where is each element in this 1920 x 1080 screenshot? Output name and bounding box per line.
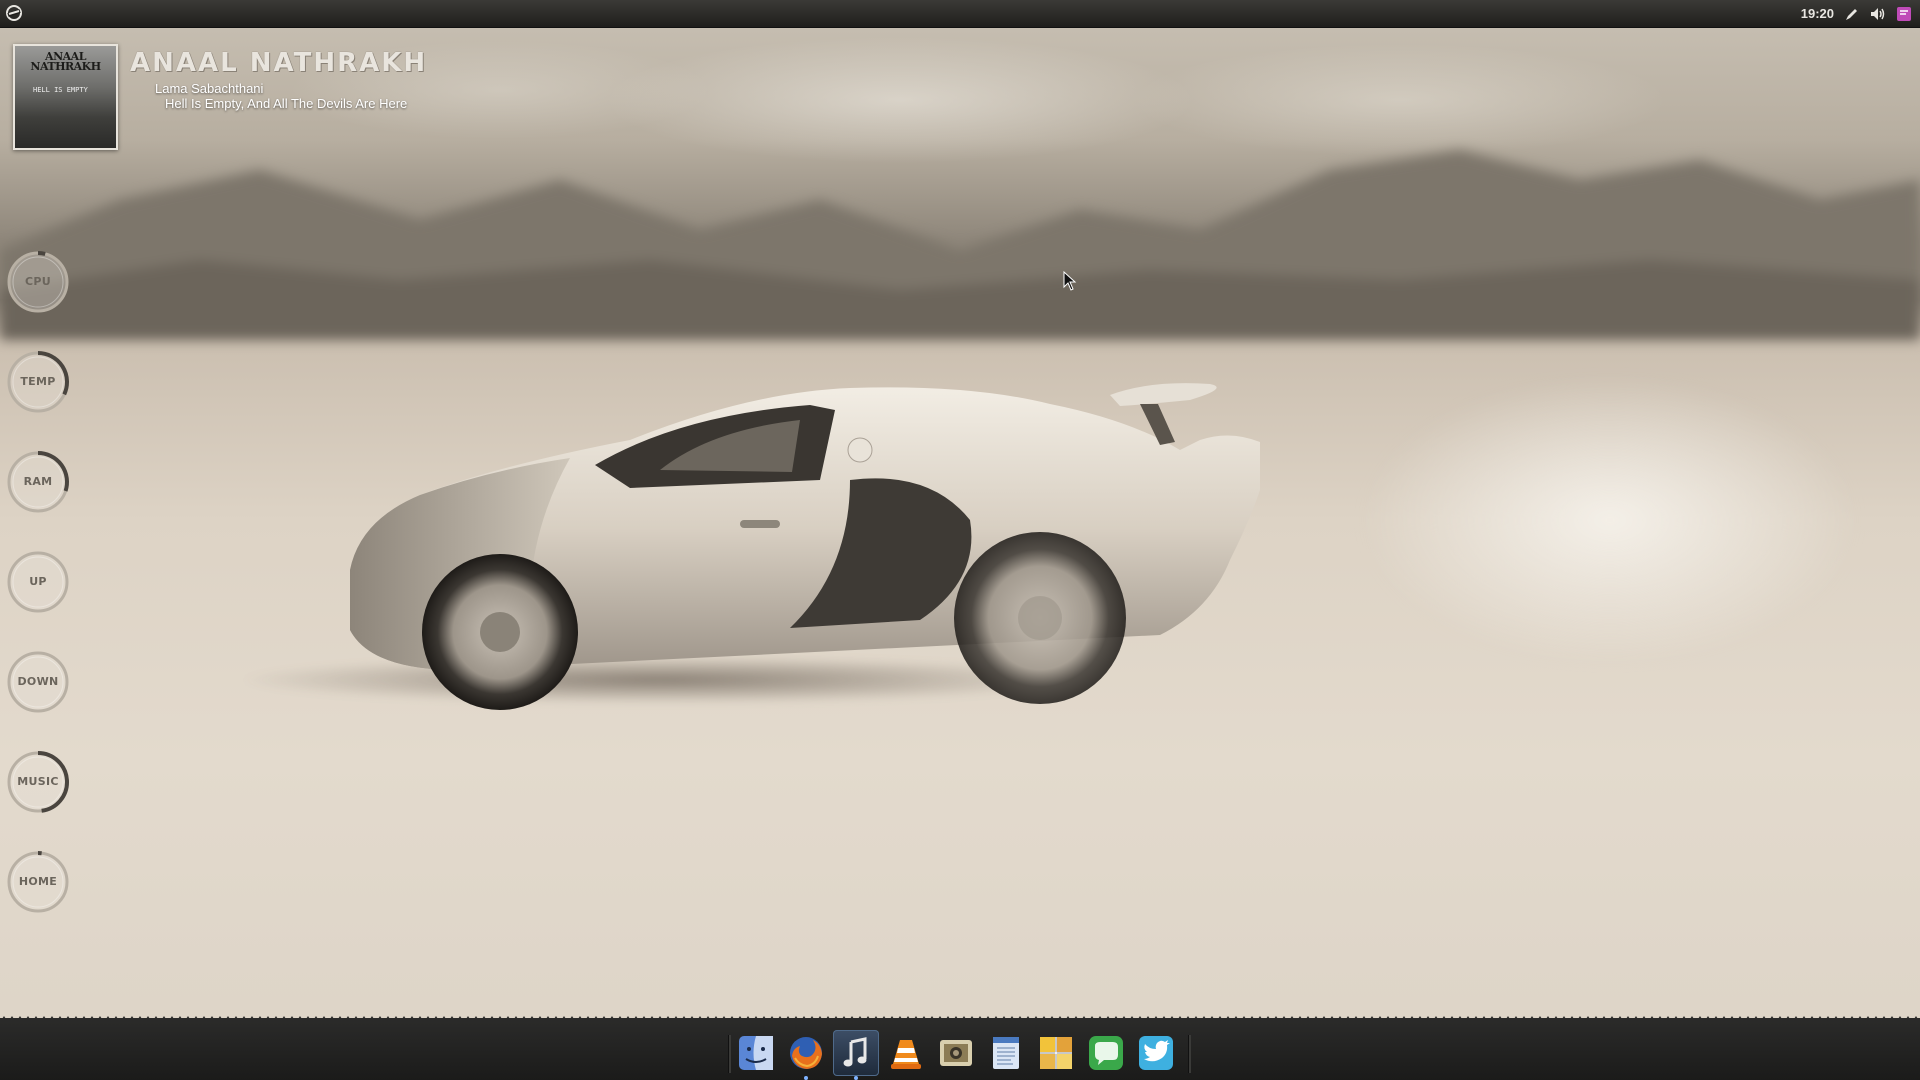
dock-item-twitter[interactable] bbox=[1133, 1030, 1179, 1076]
now-playing-track: Lama Sabachthani bbox=[155, 81, 264, 96]
photo-gallery-icon bbox=[1040, 1037, 1072, 1069]
download-meter-label: DOWN bbox=[17, 675, 59, 688]
dock-item-music-player[interactable] bbox=[833, 1030, 879, 1080]
home-meter-label: HOME bbox=[18, 875, 58, 888]
download-meter: DOWN bbox=[6, 650, 70, 714]
volume-icon[interactable] bbox=[1870, 6, 1886, 22]
finder-icon bbox=[739, 1036, 773, 1070]
vlc-icon bbox=[891, 1040, 921, 1069]
firefox-icon bbox=[790, 1037, 822, 1069]
temp-meter-label: TEMP bbox=[20, 375, 56, 388]
music-meter-label: MUSIC bbox=[17, 775, 59, 788]
cpu-meter-label: CPU bbox=[25, 275, 51, 288]
chat-icon bbox=[1089, 1036, 1123, 1070]
upload-meter: UP bbox=[6, 550, 70, 614]
running-indicator bbox=[854, 1076, 858, 1080]
panel-indicators: 19:20 bbox=[1801, 0, 1912, 27]
image-viewer-icon bbox=[940, 1040, 972, 1066]
music-meter: MUSIC bbox=[6, 750, 70, 814]
dock-item-photo-gallery[interactable] bbox=[1033, 1030, 1079, 1076]
desktop-wallpaper bbox=[0, 0, 1920, 1080]
dock-item-finder[interactable] bbox=[733, 1030, 779, 1076]
pen-icon[interactable] bbox=[1844, 6, 1860, 22]
dock-item-firefox[interactable] bbox=[783, 1030, 829, 1080]
running-indicator bbox=[804, 1076, 808, 1080]
dock-item-vlc[interactable] bbox=[883, 1030, 929, 1076]
text-editor-icon bbox=[993, 1037, 1019, 1069]
dock-items bbox=[733, 1030, 1179, 1080]
distro-logo-icon[interactable] bbox=[4, 3, 24, 23]
top-panel: 19:20 bbox=[0, 0, 1920, 28]
ram-meter: RAM bbox=[6, 450, 70, 514]
notification-icon[interactable] bbox=[1896, 6, 1912, 22]
clock[interactable]: 19:20 bbox=[1801, 6, 1834, 21]
album-art-title: ANAAL NATHRAKH bbox=[30, 50, 101, 73]
dock-item-image-viewer[interactable] bbox=[933, 1030, 979, 1076]
cpu-meter: CPU bbox=[6, 250, 70, 314]
mouse-cursor-icon bbox=[1063, 271, 1077, 291]
now-playing-artist: ANAAL NATHRAKH bbox=[130, 48, 428, 78]
upload-meter-label: UP bbox=[29, 575, 47, 588]
temp-meter: TEMP bbox=[6, 350, 70, 414]
now-playing-album: Hell Is Empty, And All The Devils Are He… bbox=[165, 96, 408, 111]
home-meter: HOME bbox=[6, 850, 70, 914]
twitter-icon bbox=[1139, 1036, 1173, 1070]
dock-item-chat[interactable] bbox=[1083, 1030, 1129, 1076]
album-art: ANAAL NATHRAKH HELL IS EMPTY bbox=[13, 44, 118, 150]
dock-separator-left bbox=[728, 1035, 731, 1073]
ram-meter-label: RAM bbox=[23, 475, 53, 488]
album-art-subtitle: HELL IS EMPTY bbox=[33, 86, 88, 94]
dock-separator-right bbox=[1188, 1035, 1191, 1073]
dust-cloud bbox=[1280, 300, 1920, 720]
music-player-icon bbox=[843, 1037, 867, 1067]
dock-item-text-editor[interactable] bbox=[983, 1030, 1029, 1076]
